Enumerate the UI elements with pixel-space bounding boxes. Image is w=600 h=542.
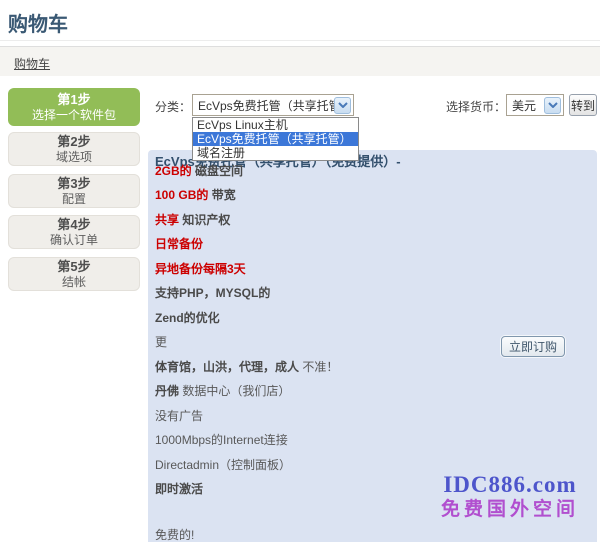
feature-line: 异地备份每隔3天 — [155, 256, 593, 281]
step-subtitle: 域选项 — [56, 150, 92, 165]
feature-text: 体育馆，山洪，代理，成人 — [155, 358, 299, 375]
page-title: 购物车 — [8, 8, 68, 37]
feature-line: 100 GB的 带宽 — [155, 183, 593, 208]
step-subtitle: 配置 — [62, 192, 86, 207]
step-title: 第3步 — [57, 176, 90, 192]
category-option[interactable]: 域名注册 — [193, 146, 358, 160]
breadcrumb-bar: 购物车 — [0, 46, 600, 76]
feature-text: 即时激活 — [155, 480, 203, 497]
shopping-cart-page: 购物车 购物车 第1步选择一个软件包第2步域选项第3步配置第4步确认订单第5步结… — [0, 0, 600, 542]
step-1[interactable]: 第1步选择一个软件包 — [8, 88, 140, 126]
feature-text: 知识产权 — [179, 211, 230, 228]
feature-text: 不准！ — [299, 358, 338, 375]
feature-text: 带宽 — [208, 186, 235, 203]
step-subtitle: 结帐 — [62, 275, 86, 290]
feature-text: 1000Mbps的Internet连接 — [155, 431, 288, 448]
category-dropdown-list: EcVps Linux主机EcVps免费托管（共享托管）域名注册 — [192, 117, 359, 161]
step-title: 第2步 — [57, 134, 90, 150]
step-title: 第4步 — [57, 217, 90, 233]
feature-text: Zend的优化 — [155, 309, 220, 326]
currency-select[interactable]: 美元 — [506, 94, 564, 116]
step-title: 第1步 — [57, 92, 90, 108]
chevron-down-icon[interactable] — [334, 97, 351, 114]
step-3[interactable]: 第3步配置 — [8, 174, 140, 208]
order-now-button[interactable]: 立即订购 — [501, 336, 565, 357]
feature-text: 支持PHP，MYSQL的 — [155, 284, 270, 301]
feature-text: 共享 — [155, 211, 179, 228]
watermark: IDC886.com 免费国外空间 — [420, 472, 600, 522]
feature-line: 日常备份 — [155, 232, 593, 257]
title-divider — [0, 40, 600, 41]
step-subtitle: 选择一个软件包 — [32, 108, 116, 123]
watermark-domain: IDC886.com — [420, 472, 600, 498]
feature-text: 异地备份每隔3天 — [155, 260, 246, 277]
step-subtitle: 确认订单 — [50, 233, 98, 248]
feature-text: 数据中心（我们店） — [179, 382, 290, 399]
step-title: 第5步 — [57, 259, 90, 275]
feature-line: 没有广告 — [155, 403, 593, 428]
category-label: 分类： — [155, 98, 191, 115]
category-select[interactable]: EcVps免费托管（共享托管） — [192, 94, 354, 116]
currency-label: 选择货币： — [446, 98, 506, 115]
currency-selected-value: 美元 — [507, 97, 544, 114]
step-5[interactable]: 第5步结帐 — [8, 257, 140, 291]
feature-line: 丹佛 数据中心（我们店） — [155, 379, 593, 404]
watermark-slogan: 免费国外空间 — [420, 498, 600, 522]
feature-line: 共享 知识产权 — [155, 207, 593, 232]
feature-text: 磁盘空间 — [192, 162, 243, 179]
category-selected-value: EcVps免费托管（共享托管） — [193, 97, 334, 114]
step-2[interactable]: 第2步域选项 — [8, 132, 140, 166]
category-option[interactable]: EcVps免费托管（共享托管） — [193, 132, 358, 146]
feature-line: 支持PHP，MYSQL的 — [155, 281, 593, 306]
breadcrumb[interactable]: 购物车 — [14, 55, 50, 72]
feature-line: 1000Mbps的Internet连接 — [155, 428, 593, 453]
feature-text: 没有广告 — [155, 407, 203, 424]
feature-text: 日常备份 — [155, 235, 203, 252]
feature-line: 2GB的 磁盘空间 — [155, 158, 593, 183]
feature-list: 2GB的 磁盘空间100 GB的 带宽共享 知识产权日常备份异地备份每隔3天支持… — [155, 158, 593, 501]
feature-text: Directadmin（控制面板） — [155, 456, 291, 473]
feature-text: 2GB的 — [155, 162, 192, 179]
feature-line: 体育馆，山洪，代理，成人 不准！ — [155, 354, 593, 379]
free-note: 免费的! — [155, 526, 194, 542]
feature-text: 丹佛 — [155, 382, 179, 399]
feature-line: Zend的优化 — [155, 305, 593, 330]
category-option[interactable]: EcVps Linux主机 — [193, 118, 358, 132]
step-4[interactable]: 第4步确认订单 — [8, 215, 140, 249]
go-button[interactable]: 转到 — [569, 94, 597, 116]
feature-text: 100 GB的 — [155, 186, 208, 203]
feature-text: 更 — [155, 333, 167, 350]
chevron-down-icon[interactable] — [544, 97, 561, 114]
